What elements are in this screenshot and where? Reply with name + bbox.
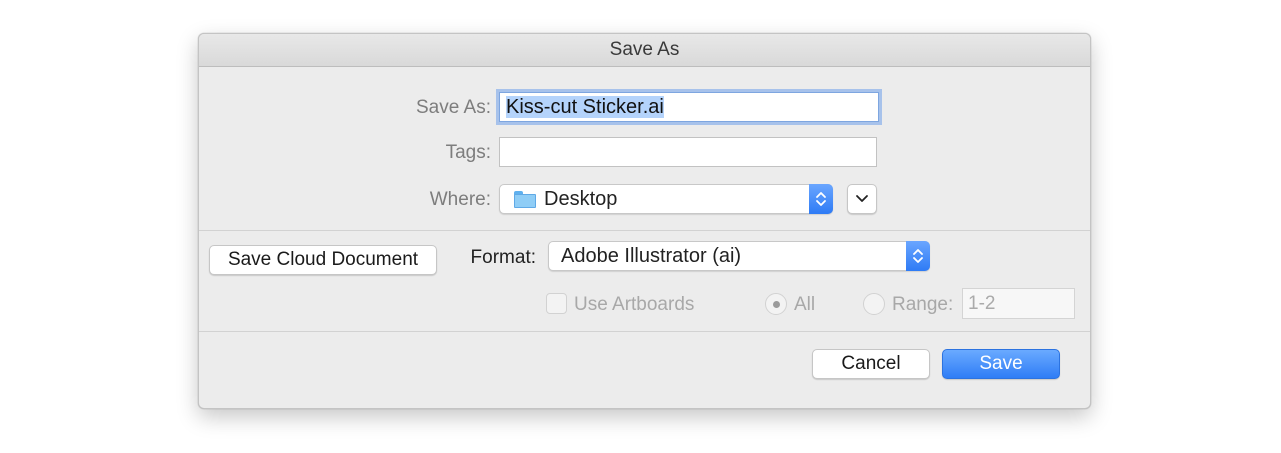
save-as-dialog: Save As Save As: Kiss-cut Sticker.ai Tag… (198, 33, 1091, 409)
filename-selected-text: Kiss-cut Sticker.ai (506, 96, 664, 118)
use-artboards-checkbox[interactable] (546, 293, 567, 314)
where-value: Desktop (544, 187, 618, 210)
up-down-chevron-icon (809, 184, 833, 214)
dialog-titlebar[interactable]: Save As (199, 34, 1090, 67)
range-radio[interactable] (863, 293, 885, 315)
save-as-label: Save As: (416, 97, 491, 118)
format-label: Format: (470, 247, 536, 268)
where-popup[interactable]: Desktop (499, 184, 833, 214)
format-value: Adobe Illustrator (ai) (561, 244, 742, 267)
tags-input[interactable] (499, 137, 877, 167)
filename-input[interactable]: Kiss-cut Sticker.ai (499, 92, 879, 122)
all-radio[interactable] (765, 293, 787, 315)
up-down-chevron-icon (906, 241, 930, 271)
tags-label: Tags: (445, 142, 491, 163)
section-divider (199, 331, 1090, 332)
save-cloud-document-button[interactable]: Save Cloud Document (209, 245, 437, 275)
radio-selected-dot (772, 300, 780, 308)
cancel-button[interactable]: Cancel (812, 349, 930, 379)
all-label: All (794, 294, 816, 315)
range-label: Range: (892, 294, 954, 315)
folder-icon (514, 190, 536, 208)
dialog-title: Save As (609, 39, 680, 60)
range-input[interactable]: 1-2 (962, 288, 1075, 319)
save-button[interactable]: Save (942, 349, 1060, 379)
chevron-down-icon (856, 195, 868, 202)
where-label: Where: (429, 189, 491, 210)
use-artboards-label: Use Artboards (574, 294, 695, 315)
expand-browser-button[interactable] (847, 184, 877, 214)
section-divider (199, 230, 1090, 231)
format-popup[interactable]: Adobe Illustrator (ai) (548, 241, 930, 271)
